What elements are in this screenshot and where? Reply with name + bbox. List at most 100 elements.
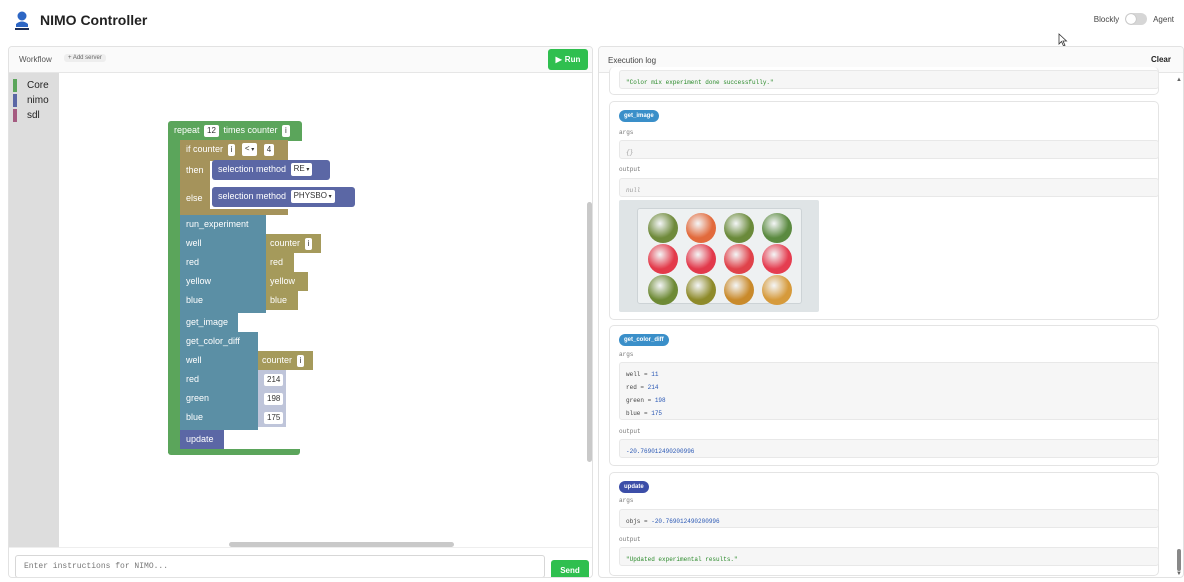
instruction-input[interactable]: Enter instructions for NIMO... bbox=[15, 555, 545, 577]
scroll-up-icon[interactable]: ▲ bbox=[1176, 77, 1182, 83]
well-circle bbox=[724, 275, 754, 305]
workflow-label: Workflow bbox=[19, 55, 52, 64]
repeat-block[interactable]: repeat 12 times counter i bbox=[168, 121, 302, 141]
log-entry: "Color mix experiment done successfully.… bbox=[609, 67, 1159, 95]
well-circle bbox=[724, 213, 754, 243]
number-field[interactable]: 175 bbox=[264, 411, 284, 424]
run-experiment-label: run_experiment bbox=[186, 219, 249, 229]
category-color-marker bbox=[13, 109, 17, 122]
well-circle bbox=[648, 213, 678, 243]
arg-row: well = 11 bbox=[626, 371, 659, 378]
top-bar: NIMO Controller Blockly Agent bbox=[0, 0, 1184, 40]
well-circle bbox=[686, 213, 716, 243]
add-server-button[interactable]: + Add server bbox=[64, 54, 106, 62]
number-field[interactable]: 198 bbox=[264, 392, 284, 405]
well-circle bbox=[762, 244, 792, 274]
method-dropdown[interactable]: RE bbox=[290, 163, 313, 177]
well-circle bbox=[762, 275, 792, 305]
app-title: NIMO Controller bbox=[40, 12, 148, 28]
well-plate-image bbox=[619, 200, 819, 312]
compare-operator-dropdown[interactable]: < bbox=[241, 143, 258, 157]
param-well-label: well bbox=[186, 238, 202, 248]
get-color-diff-label: get_color_diff bbox=[186, 336, 240, 346]
get-image-block[interactable]: get_image bbox=[180, 313, 238, 332]
number-field[interactable]: 214 bbox=[264, 373, 284, 386]
if-block[interactable]: if counter i < 4 bbox=[180, 140, 288, 161]
clear-button[interactable]: Clear bbox=[1151, 55, 1171, 64]
repeat-count-field[interactable]: 12 bbox=[204, 124, 219, 137]
run-button[interactable]: ▶ Run bbox=[548, 49, 588, 70]
workflow-panel: Workflow + Add server ▶ Run Core nimo sd… bbox=[8, 46, 593, 578]
toolbox-label: nimo bbox=[27, 95, 49, 106]
repeat-block-spine bbox=[168, 141, 180, 453]
function-badge: get_image bbox=[619, 110, 659, 122]
mouse-cursor-icon bbox=[1058, 33, 1068, 47]
red-number-block[interactable]: 214 bbox=[258, 370, 286, 389]
log-scrollbar[interactable] bbox=[1177, 549, 1181, 571]
workspace-vertical-scrollbar[interactable] bbox=[587, 202, 592, 462]
arg-value: -20.769012490200996 bbox=[651, 518, 720, 525]
counter-label: counter bbox=[247, 125, 278, 135]
well-circle bbox=[686, 275, 716, 305]
times-label: times bbox=[223, 125, 245, 135]
toolbox-item-sdl[interactable]: sdl bbox=[13, 109, 40, 122]
args-box: well = 11 red = 214 green = 198 blue = 1… bbox=[619, 362, 1159, 420]
loop-variable-field[interactable]: i bbox=[282, 124, 290, 137]
category-color-marker bbox=[13, 79, 17, 92]
selection-label: selection bbox=[218, 164, 254, 174]
then-label: then bbox=[186, 165, 204, 175]
send-button[interactable]: Send bbox=[551, 560, 589, 577]
blockly-workspace[interactable]: repeat 12 times counter i if counter i <… bbox=[59, 73, 592, 547]
well-circle bbox=[648, 275, 678, 305]
function-badge: update bbox=[619, 481, 649, 493]
args-text: {} bbox=[626, 149, 634, 156]
args-label: args bbox=[619, 351, 634, 358]
variable-label: counter bbox=[270, 238, 301, 248]
log-entry: get_image args {} output null bbox=[609, 101, 1159, 320]
arg-row: green = 198 bbox=[626, 397, 666, 404]
run-button-label: Run bbox=[564, 55, 581, 64]
toolbox-item-nimo[interactable]: nimo bbox=[13, 94, 49, 107]
scroll-down-icon[interactable]: ▼ bbox=[1176, 571, 1182, 577]
param-yellow-label: yellow bbox=[186, 276, 212, 286]
param-well-label: well bbox=[186, 355, 202, 365]
well-circle bbox=[724, 244, 754, 274]
method-dropdown[interactable]: PHYSBO bbox=[290, 190, 335, 204]
function-badge: get_color_diff bbox=[619, 334, 669, 346]
variable-field[interactable]: i bbox=[296, 354, 305, 367]
counter-variable-block[interactable]: counter i bbox=[266, 234, 321, 253]
variable-field[interactable]: i bbox=[304, 237, 313, 250]
args-label: args bbox=[619, 129, 634, 136]
counter-variable-block[interactable]: counter i bbox=[258, 351, 313, 370]
selection-method-block[interactable]: selection method PHYSBO bbox=[212, 187, 355, 207]
yellow-variable-block[interactable]: yellow bbox=[266, 272, 308, 291]
blue-number-block[interactable]: 175 bbox=[258, 408, 286, 427]
param-red-label: red bbox=[186, 257, 200, 267]
play-icon: ▶ bbox=[555, 55, 562, 64]
blue-variable-block[interactable]: blue bbox=[266, 291, 298, 310]
red-variable-block[interactable]: red bbox=[266, 253, 294, 272]
compare-variable-field[interactable]: i bbox=[227, 143, 236, 156]
selection-method-block[interactable]: selection method RE bbox=[212, 160, 330, 180]
arg-row: blue = 175 bbox=[626, 410, 663, 417]
well-circle bbox=[648, 244, 678, 274]
well-plate-tray bbox=[637, 208, 802, 305]
green-number-block[interactable]: 198 bbox=[258, 389, 286, 408]
param-green-label: green bbox=[186, 393, 210, 403]
instruction-bar: Enter instructions for NIMO... Send bbox=[9, 547, 592, 577]
output-text: "Color mix experiment done successfully.… bbox=[626, 79, 774, 86]
args-label: args bbox=[619, 497, 634, 504]
mode-toggle[interactable] bbox=[1125, 13, 1148, 25]
log-title: Execution log bbox=[608, 56, 657, 65]
toolbox-item-core[interactable]: Core bbox=[13, 79, 49, 92]
workflow-header: Workflow + Add server ▶ Run bbox=[9, 47, 592, 73]
log-entry: update args objs = -20.769012490200996 o… bbox=[609, 472, 1159, 576]
arg-key: objs bbox=[626, 518, 641, 525]
repeat-label: repeat bbox=[174, 125, 200, 135]
output-text: "Updated experimental results." bbox=[626, 556, 738, 563]
compare-value-field[interactable]: 4 bbox=[263, 143, 275, 156]
mode-switch: Blockly Agent bbox=[1094, 13, 1174, 25]
update-block[interactable]: update bbox=[180, 430, 224, 449]
output-label: output bbox=[619, 166, 641, 173]
category-color-marker bbox=[13, 94, 17, 107]
